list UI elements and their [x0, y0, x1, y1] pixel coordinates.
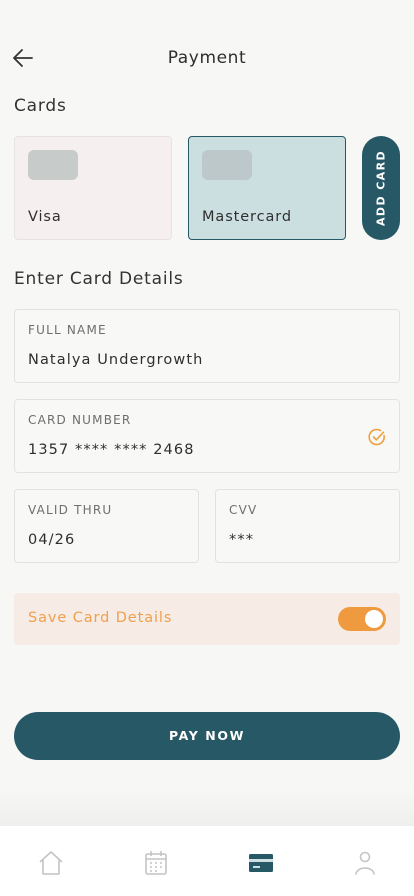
valid-thru-field: VALID THRU: [14, 489, 199, 563]
save-card-details-label: Save Card Details: [28, 610, 173, 626]
card-chip-icon: [202, 150, 252, 180]
nav-item-profile[interactable]: [348, 846, 382, 880]
home-icon: [39, 851, 63, 875]
pay-now-button[interactable]: PAY NOW: [14, 712, 400, 760]
card-chip-icon: [28, 150, 78, 180]
full-name-label: FULL NAME: [28, 323, 107, 337]
page-title: Payment: [167, 48, 247, 68]
valid-thru-label: VALID THRU: [28, 503, 113, 517]
calendar-icon: [145, 851, 167, 875]
card-number-input[interactable]: [28, 442, 359, 458]
nav-item-calendar[interactable]: [139, 846, 173, 880]
nav-item-home[interactable]: [34, 846, 68, 880]
valid-thru-input[interactable]: [28, 532, 186, 548]
add-card-button[interactable]: ADD CARD: [362, 136, 400, 240]
full-name-field: FULL NAME: [14, 309, 400, 383]
card-option-label: Visa: [28, 209, 62, 225]
profile-icon: [355, 851, 375, 875]
bottom-nav: [0, 826, 414, 896]
add-card-label: ADD CARD: [374, 150, 388, 226]
card-number-field: CARD NUMBER: [14, 399, 400, 473]
cvv-field: CVV: [215, 489, 400, 563]
card-option-visa[interactable]: Visa: [14, 136, 172, 240]
full-name-input[interactable]: [28, 352, 359, 368]
save-card-toggle[interactable]: [338, 607, 386, 631]
card-icon: [249, 854, 273, 872]
bottom-fade: [0, 790, 414, 826]
cvv-label: CVV: [229, 503, 258, 517]
nav-item-payment[interactable]: [244, 846, 278, 880]
check-circle-icon: [368, 428, 385, 446]
card-number-label: CARD NUMBER: [28, 413, 132, 427]
header: Payment: [0, 40, 414, 76]
cvv-input[interactable]: [229, 532, 387, 548]
card-details-section-title: Enter Card Details: [14, 269, 184, 289]
toggle-knob: [365, 610, 383, 628]
cards-section-title: Cards: [14, 96, 67, 116]
card-option-mastercard[interactable]: Mastercard: [188, 136, 346, 240]
save-card-details-row: Save Card Details: [14, 593, 400, 645]
card-option-label: Mastercard: [202, 209, 292, 225]
